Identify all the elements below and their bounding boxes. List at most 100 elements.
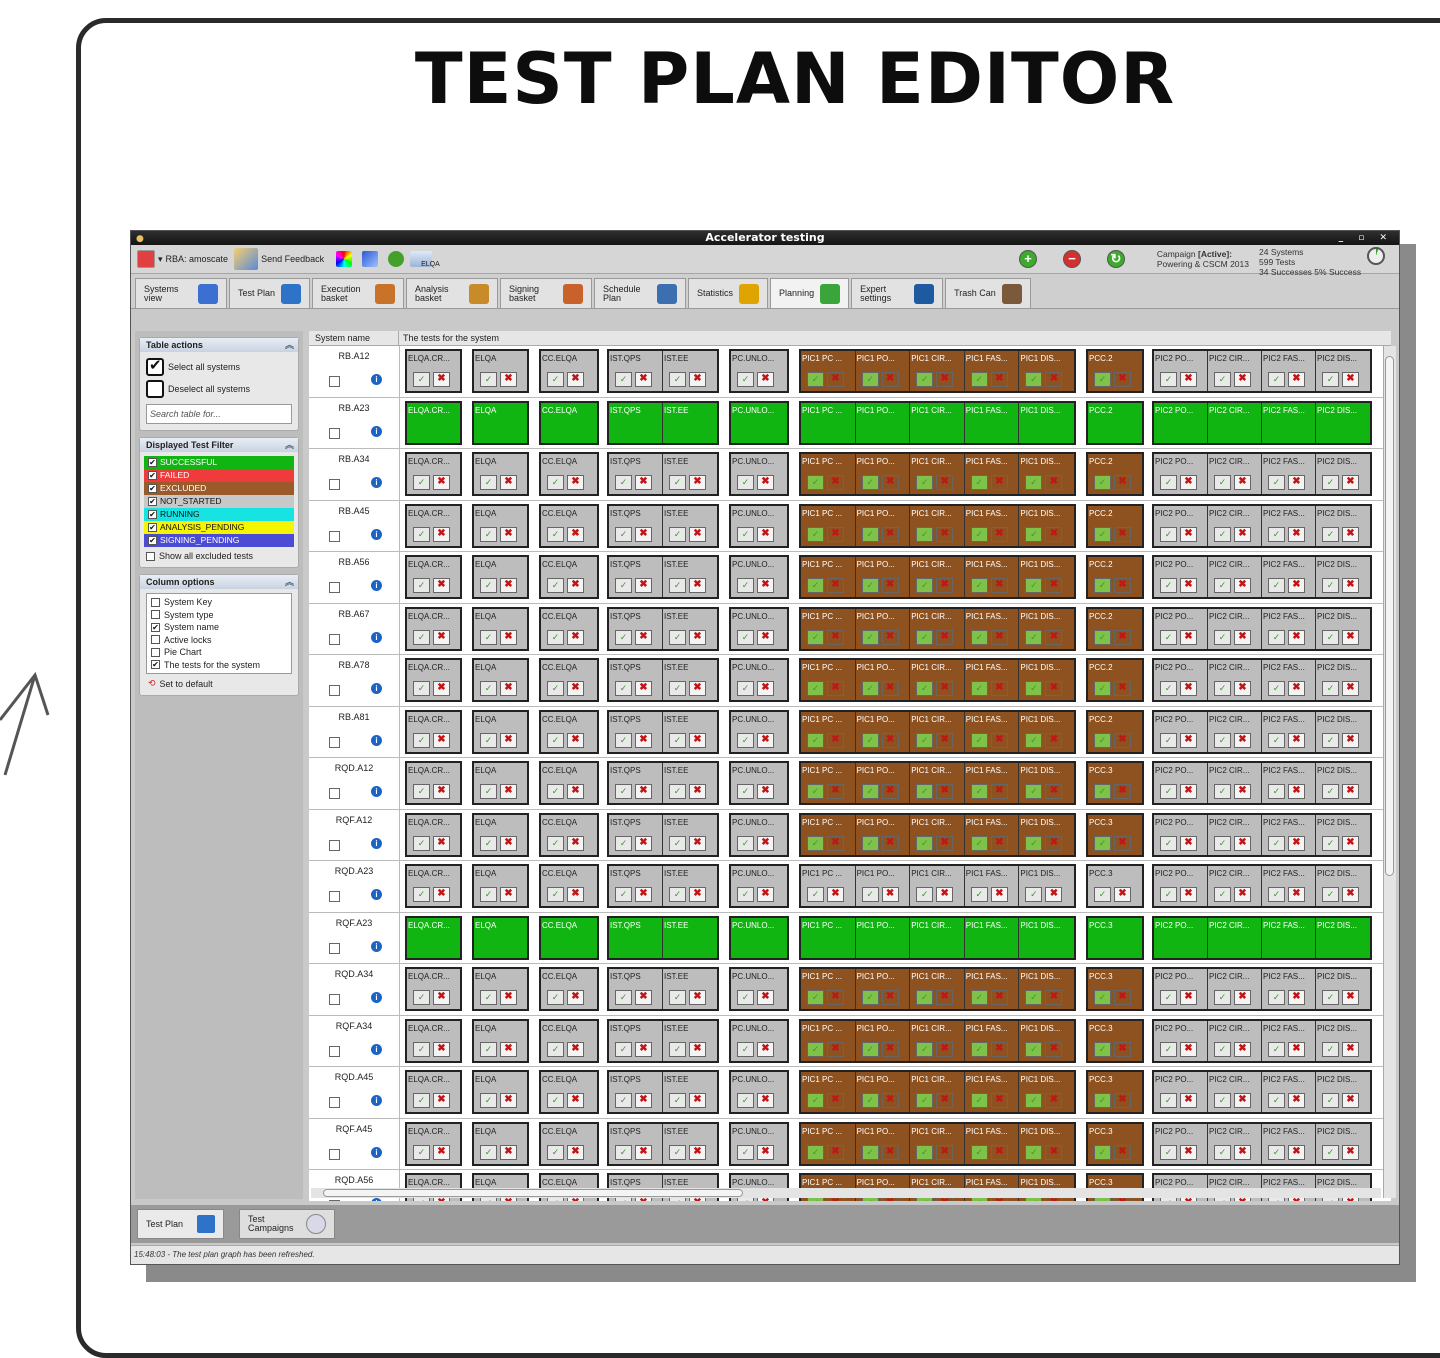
test-cell[interactable]: IST.QPS ✓✖ — [609, 660, 663, 700]
cross-icon[interactable]: ✖ — [1180, 372, 1197, 387]
cross-icon[interactable]: ✖ — [1234, 835, 1251, 851]
test-cell[interactable]: IST.QPS ✓✖ — [609, 866, 663, 906]
check-icon[interactable]: ✓ — [970, 732, 988, 748]
row-checkbox[interactable] — [329, 736, 340, 748]
test-cell[interactable]: PIC1 CIR... ✓✖ — [910, 1072, 965, 1112]
check-icon[interactable]: ✓ — [480, 578, 497, 593]
test-cell[interactable]: PIC1 DIS... ✓✖ — [1019, 1072, 1074, 1112]
cross-icon[interactable]: ✖ — [990, 526, 1008, 542]
check-icon[interactable]: ✓ — [861, 732, 879, 748]
check-icon[interactable]: ✓ — [1322, 835, 1339, 851]
test-cell[interactable]: PIC2 FAS... ✓✖ — [1262, 866, 1316, 906]
test-cell[interactable]: ELQA.CR... ✓✖ — [407, 1072, 460, 1112]
test-cell[interactable]: PIC2 CIR... ✓✖ — [1208, 1123, 1262, 1164]
check-icon[interactable]: ✓ — [1214, 990, 1231, 1005]
cross-icon[interactable]: ✖ — [990, 1093, 1008, 1108]
filter-successful[interactable]: ✔ SUCCESSFUL — [144, 456, 294, 469]
check-icon[interactable]: ✓ — [413, 681, 430, 696]
filter-excluded[interactable]: ✔ EXCLUDED — [144, 482, 294, 495]
column-header-tests[interactable]: The tests for the system — [399, 331, 499, 345]
check-icon[interactable]: ✓ — [669, 784, 686, 799]
cross-icon[interactable]: ✖ — [1045, 1093, 1063, 1108]
cross-icon[interactable]: ✖ — [689, 887, 706, 902]
check-icon[interactable]: ✓ — [970, 1144, 988, 1160]
cross-icon[interactable]: ✖ — [689, 629, 706, 645]
check-icon[interactable]: ✓ — [916, 1041, 934, 1057]
cross-icon[interactable]: ✖ — [881, 681, 899, 696]
test-cell[interactable]: PIC1 DIS... ✓✖ — [1019, 660, 1074, 700]
info-icon[interactable]: i — [371, 1146, 382, 1158]
test-cell[interactable]: IST.EE ✓✖ — [663, 969, 717, 1009]
test-cell[interactable]: PIC1 PO... ✓✖ — [855, 763, 911, 803]
test-cell[interactable]: IST.QPS ✓✖ — [609, 969, 663, 1009]
pen-icon[interactable] — [362, 251, 379, 267]
check-icon[interactable]: ✓ — [1094, 990, 1111, 1005]
cross-icon[interactable]: ✖ — [827, 578, 844, 593]
test-cell[interactable]: PCC.3 ✓✖ — [1088, 814, 1142, 855]
test-cell[interactable]: CC.ELQA ✓✖ — [541, 351, 597, 391]
test-cell[interactable]: PIC2 PO... ✓✖ — [1154, 608, 1208, 649]
check-icon[interactable]: ✓ — [1322, 887, 1339, 902]
cross-icon[interactable]: ✖ — [1180, 629, 1197, 645]
test-cell[interactable]: PIC1 DIS... — [1019, 402, 1074, 443]
check-icon[interactable]: ✓ — [547, 835, 564, 851]
cross-icon[interactable]: ✖ — [1180, 578, 1197, 593]
test-cell[interactable]: IST.QPS ✓✖ — [609, 1020, 663, 1061]
check-icon[interactable]: ✓ — [1160, 1041, 1177, 1057]
test-cell[interactable]: PCC.3 — [1088, 917, 1142, 958]
test-cell[interactable]: PC.UNLO... ✓✖ — [731, 763, 787, 803]
test-cell[interactable]: IST.EE ✓✖ — [663, 814, 717, 855]
check-icon[interactable]: ✓ — [1025, 887, 1043, 902]
test-cell[interactable]: PIC1 CIR... ✓✖ — [910, 1020, 965, 1061]
test-cell[interactable]: PIC2 DIS... ✓✖ — [1316, 454, 1370, 494]
test-cell[interactable]: IST.QPS ✓✖ — [609, 608, 663, 649]
column-header-system[interactable]: System name — [309, 331, 399, 345]
cross-icon[interactable]: ✖ — [936, 629, 954, 645]
test-cell[interactable]: PIC1 DIS... — [1019, 917, 1074, 958]
app-menu-icon[interactable]: ● — [136, 232, 144, 246]
check-icon[interactable]: ✓ — [916, 629, 934, 645]
test-cell[interactable]: ELQA.CR... — [407, 402, 460, 443]
column-option-system-name[interactable]: ✔ System name — [147, 621, 291, 634]
check-icon[interactable]: ✓ — [615, 990, 632, 1005]
test-cell[interactable]: PIC2 DIS... ✓✖ — [1316, 1020, 1370, 1061]
test-cell[interactable]: PIC1 PO... ✓✖ — [855, 557, 911, 597]
test-cell[interactable]: PIC2 CIR... ✓✖ — [1208, 505, 1262, 546]
filter-not_started[interactable]: ✔ NOT_STARTED — [144, 495, 294, 508]
cross-icon[interactable]: ✖ — [757, 1041, 774, 1057]
info-icon[interactable]: i — [371, 889, 382, 900]
test-cell[interactable]: ELQA.CR... ✓✖ — [407, 608, 460, 649]
check-icon[interactable]: ✓ — [413, 835, 430, 851]
check-icon[interactable]: ✓ — [1322, 990, 1339, 1005]
cross-icon[interactable]: ✖ — [1180, 835, 1197, 851]
test-cell[interactable]: PCC.2 — [1088, 402, 1142, 443]
cross-icon[interactable]: ✖ — [500, 578, 517, 593]
check-icon[interactable]: ✓ — [737, 1093, 754, 1108]
check-icon[interactable]: ✓ — [970, 1041, 988, 1057]
remove-icon[interactable]: − — [1063, 250, 1081, 268]
cross-icon[interactable]: ✖ — [1045, 475, 1063, 490]
cross-icon[interactable]: ✖ — [757, 784, 774, 799]
cross-icon[interactable]: ✖ — [1114, 1041, 1131, 1057]
cross-icon[interactable]: ✖ — [1288, 681, 1305, 696]
cross-icon[interactable]: ✖ — [689, 681, 706, 696]
check-icon[interactable]: ✓ — [669, 732, 686, 748]
cross-icon[interactable]: ✖ — [1180, 990, 1197, 1005]
cross-icon[interactable]: ✖ — [433, 732, 450, 748]
check-icon[interactable]: ✓ — [807, 1093, 824, 1108]
test-cell[interactable]: PIC1 CIR... ✓✖ — [910, 711, 965, 752]
check-icon[interactable]: ✓ — [615, 835, 632, 851]
check-icon[interactable]: ✓ — [1322, 526, 1339, 542]
test-cell[interactable]: PIC1 PC ... ✓✖ — [801, 454, 856, 494]
test-cell[interactable]: PIC2 FAS... ✓✖ — [1262, 969, 1316, 1009]
test-cell[interactable]: PCC.3 ✓✖ — [1088, 866, 1142, 906]
test-cell[interactable]: PIC1 PC ... ✓✖ — [801, 866, 856, 906]
test-cell[interactable]: PCC.2 ✓ ✖ — [1088, 711, 1142, 752]
test-cell[interactable]: PIC1 CIR... — [910, 917, 965, 958]
test-cell[interactable]: PIC1 FAS... — [964, 917, 1020, 958]
cross-icon[interactable]: ✖ — [936, 681, 954, 696]
test-cell[interactable]: CC.ELQA ✓✖ — [541, 969, 597, 1009]
check-icon[interactable]: ✓ — [480, 681, 497, 696]
panel-header[interactable]: Column options ︽ — [140, 575, 298, 589]
cross-icon[interactable]: ✖ — [689, 1144, 706, 1160]
